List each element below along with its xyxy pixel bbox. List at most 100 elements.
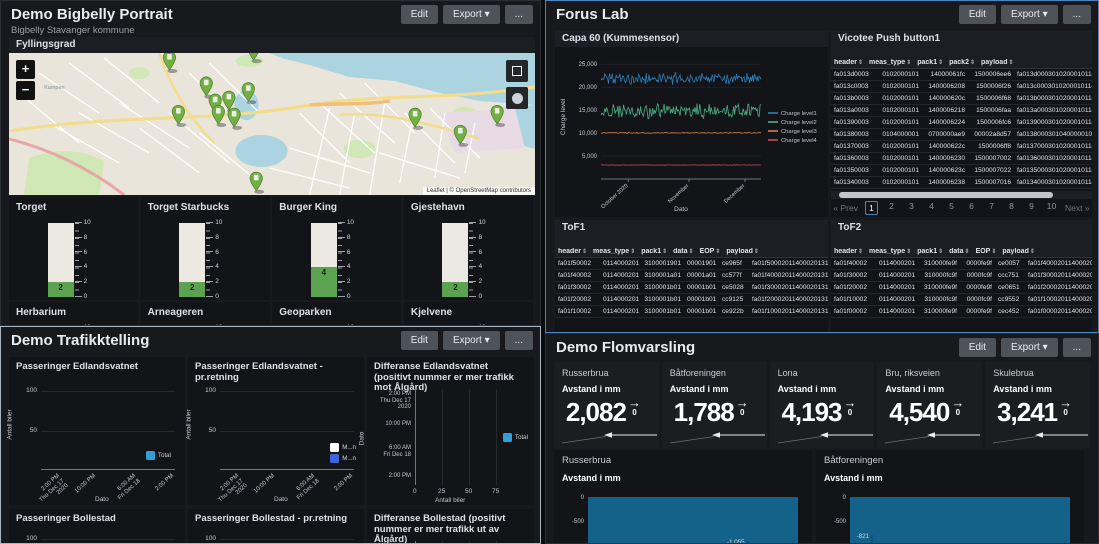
x-axis-label: Dato <box>274 496 288 503</box>
table-row[interactable]: fa01f00002 0114000201 310000fe9f 0000fe9… <box>831 306 1092 318</box>
page-number-button[interactable]: 6 <box>965 201 978 215</box>
map-fullscreen-button[interactable] <box>506 60 528 82</box>
column-header[interactable]: header⇕ <box>831 248 866 255</box>
table-row[interactable]: fa01f30002 0114000201 310000fc9f 0000fc9… <box>831 270 1092 282</box>
export-button[interactable]: Export ▾ <box>443 331 500 350</box>
horizontal-scrollbar[interactable] <box>831 191 1092 199</box>
page-number-button[interactable]: 5 <box>945 201 958 215</box>
map-zoom-in-button[interactable]: + <box>16 60 35 79</box>
page-number-button[interactable]: 1 <box>865 201 878 215</box>
column-header[interactable]: meas_type⇕ <box>590 248 638 255</box>
window-flomvarsling: Demo Flomvarsling Edit Export ▾ ... Russ… <box>545 333 1099 544</box>
column-header[interactable]: pack1⇕ <box>914 248 946 255</box>
cell-payload: fa013a00030102000101140000 62181500006fa… <box>1014 107 1092 114</box>
tof1-header-row: header⇕meas_type⇕pack1⇕data⇕EOP⇕payload⇕ <box>555 236 828 258</box>
stat-delta: 0 <box>740 408 744 417</box>
column-header[interactable]: header⇕ <box>555 248 590 255</box>
svg-text:-500: -500 <box>834 519 847 525</box>
cell-payload: fa013900030102000101140000 62241500006fc… <box>1014 119 1092 126</box>
table-row[interactable]: fa01360003 0102000101 1400006230 1500007… <box>831 153 1092 165</box>
page-number-button[interactable]: 3 <box>905 201 918 215</box>
cell-pack2: 1500006f68 <box>968 95 1014 102</box>
sort-icon: ⇕ <box>970 59 975 66</box>
page-number-button[interactable]: 7 <box>985 201 998 215</box>
legend[interactable]: M...nM...n <box>330 443 356 463</box>
table-row[interactable]: fa01f40002 0114000201 310000fe9f 0000fe9… <box>831 258 1092 270</box>
edit-button[interactable]: Edit <box>401 331 438 350</box>
stat-panel[interactable]: Russerbrua Avstand i mm 2,082 → 0 <box>554 362 659 448</box>
column-header[interactable]: meas_type⇕ <box>866 59 914 66</box>
column-header[interactable]: pack2⇕ <box>946 59 978 66</box>
trend-sparkline <box>991 430 1091 444</box>
cell-pack2: 1500006ee6 <box>968 71 1014 78</box>
passeringer-edlandsvatnet-retning-panel: Passeringer Edlandsvatnet - pr.retning A… <box>188 357 364 505</box>
scrollbar-thumb[interactable] <box>839 192 1053 198</box>
column-header[interactable]: pack1⇕ <box>914 59 946 66</box>
table-row[interactable]: fa013c0003 0102000101 1400006208 1500006… <box>831 81 1092 93</box>
passeringer-edlandsvatnet-panel: Passeringer Edlandsvatnet Antall biler 1… <box>9 357 185 505</box>
area-chart[interactable]: 0-500-1,000-1,500-1,055 <box>554 490 812 544</box>
column-header[interactable]: data⇕ <box>946 248 972 255</box>
area-chart[interactable]: 0-500-1,000-1,500-821 <box>816 490 1084 544</box>
column-header[interactable]: meas_type⇕ <box>866 248 914 255</box>
stat-panel[interactable]: Båtforeningen Avstand i mm 1,788 → 0 <box>662 362 767 448</box>
stat-panel[interactable]: Lona Avstand i mm 4,193 → 0 <box>770 362 875 448</box>
more-button[interactable]: ... <box>505 5 533 24</box>
column-header[interactable]: payload⇕ <box>999 248 1037 255</box>
table-row[interactable]: fa013a0003 0102000101 1400006218 1500006… <box>831 105 1092 117</box>
table-row[interactable]: fa01f30002 0114000201 3100001b01 00001b0… <box>555 282 828 294</box>
capa60-chart[interactable]: 25,00020,00015,00010,0005,000October 202… <box>555 47 828 217</box>
table-row[interactable]: fa01f10002 0114000201 310000fc9f 0000fc9… <box>831 294 1092 306</box>
map[interactable]: Kampen + − Leaflet | © OpenStreetMap con… <box>9 53 535 195</box>
edit-button[interactable]: Edit <box>959 338 996 357</box>
prev-page-button[interactable]: « Prev <box>833 203 858 213</box>
cell-eop: ccc751 <box>995 272 1025 279</box>
chevron-down-icon: ▾ <box>485 335 490 346</box>
table-row[interactable]: fa01390003 0102000101 1400006224 1500006… <box>831 117 1092 129</box>
page-number-button[interactable]: 2 <box>885 201 898 215</box>
table-row[interactable]: fa013d0003 0102000101 14000061fc 1500006… <box>831 69 1092 81</box>
map-zoom-out-button[interactable]: − <box>16 81 35 100</box>
table-row[interactable]: fa01350003 0102000101 140000623c 1500007… <box>831 165 1092 177</box>
page-number-button[interactable]: 10 <box>1045 201 1058 215</box>
stat-panel[interactable]: Skulebrua Avstand i mm 3,241 → 0 <box>985 362 1090 448</box>
more-button[interactable]: ... <box>1063 5 1091 24</box>
page-number-button[interactable]: 8 <box>1005 201 1018 215</box>
edit-button[interactable]: Edit <box>959 5 996 24</box>
more-button[interactable]: ... <box>505 331 533 350</box>
gauge-tick-label: 8 <box>338 234 354 242</box>
table-row[interactable]: fa01370003 0102000101 140000622c 1500006… <box>831 141 1092 153</box>
table-row[interactable]: fa013b0003 0102000101 140000620c 1500006… <box>831 93 1092 105</box>
sort-icon: ⇕ <box>965 248 970 255</box>
next-page-button[interactable]: Next » <box>1065 203 1090 213</box>
tof2-header-row: header⇕meas_type⇕pack1⇕data⇕EOP⇕payload⇕ <box>831 236 1092 258</box>
cell-eop: cc577f <box>719 272 749 279</box>
page-number-button[interactable]: 4 <box>925 201 938 215</box>
sort-icon: ⇕ <box>906 59 911 66</box>
stat-panel[interactable]: Bru, riksveien Avstand i mm 4,540 → 0 <box>877 362 982 448</box>
legend[interactable]: Total <box>146 451 171 460</box>
column-header[interactable]: data⇕ <box>670 248 696 255</box>
export-button[interactable]: Export ▾ <box>1001 338 1058 357</box>
column-header[interactable]: payload⇕ <box>723 248 761 255</box>
table-row[interactable]: fa01380003 0104000001 0700000ae9 00002a8… <box>831 129 1092 141</box>
column-header[interactable]: header⇕ <box>831 59 866 66</box>
column-header[interactable]: EOP⇕ <box>697 248 724 255</box>
export-button[interactable]: Export ▾ <box>443 5 500 24</box>
cell-payload: fa013400030102000101140000 6238150000701… <box>1014 179 1092 186</box>
column-header[interactable]: EOP⇕ <box>973 248 1000 255</box>
map-layers-button[interactable] <box>506 87 528 109</box>
edit-button[interactable]: Edit <box>401 5 438 24</box>
more-button[interactable]: ... <box>1063 338 1091 357</box>
column-header[interactable]: payload⇕ <box>978 59 1016 66</box>
table-row[interactable]: fa01f40002 0114000201 3100001a01 00001a0… <box>555 270 828 282</box>
table-row[interactable]: fa01f20002 0114000201 3100001b01 00001b0… <box>555 294 828 306</box>
table-row[interactable]: fa01f50002 0114000201 3100001901 0000190… <box>555 258 828 270</box>
table-row[interactable]: fa01f20002 0114000201 310000fe9f 0000fe9… <box>831 282 1092 294</box>
export-button[interactable]: Export ▾ <box>1001 5 1058 24</box>
column-header[interactable]: pack1⇕ <box>638 248 670 255</box>
legend[interactable]: Total <box>503 433 528 442</box>
table-row[interactable]: fa01340003 0102000101 1400006238 1500007… <box>831 177 1092 189</box>
table-row[interactable]: fa01f10002 0114000201 3100001b01 00001b0… <box>555 306 828 318</box>
page-number-button[interactable]: 9 <box>1025 201 1038 215</box>
